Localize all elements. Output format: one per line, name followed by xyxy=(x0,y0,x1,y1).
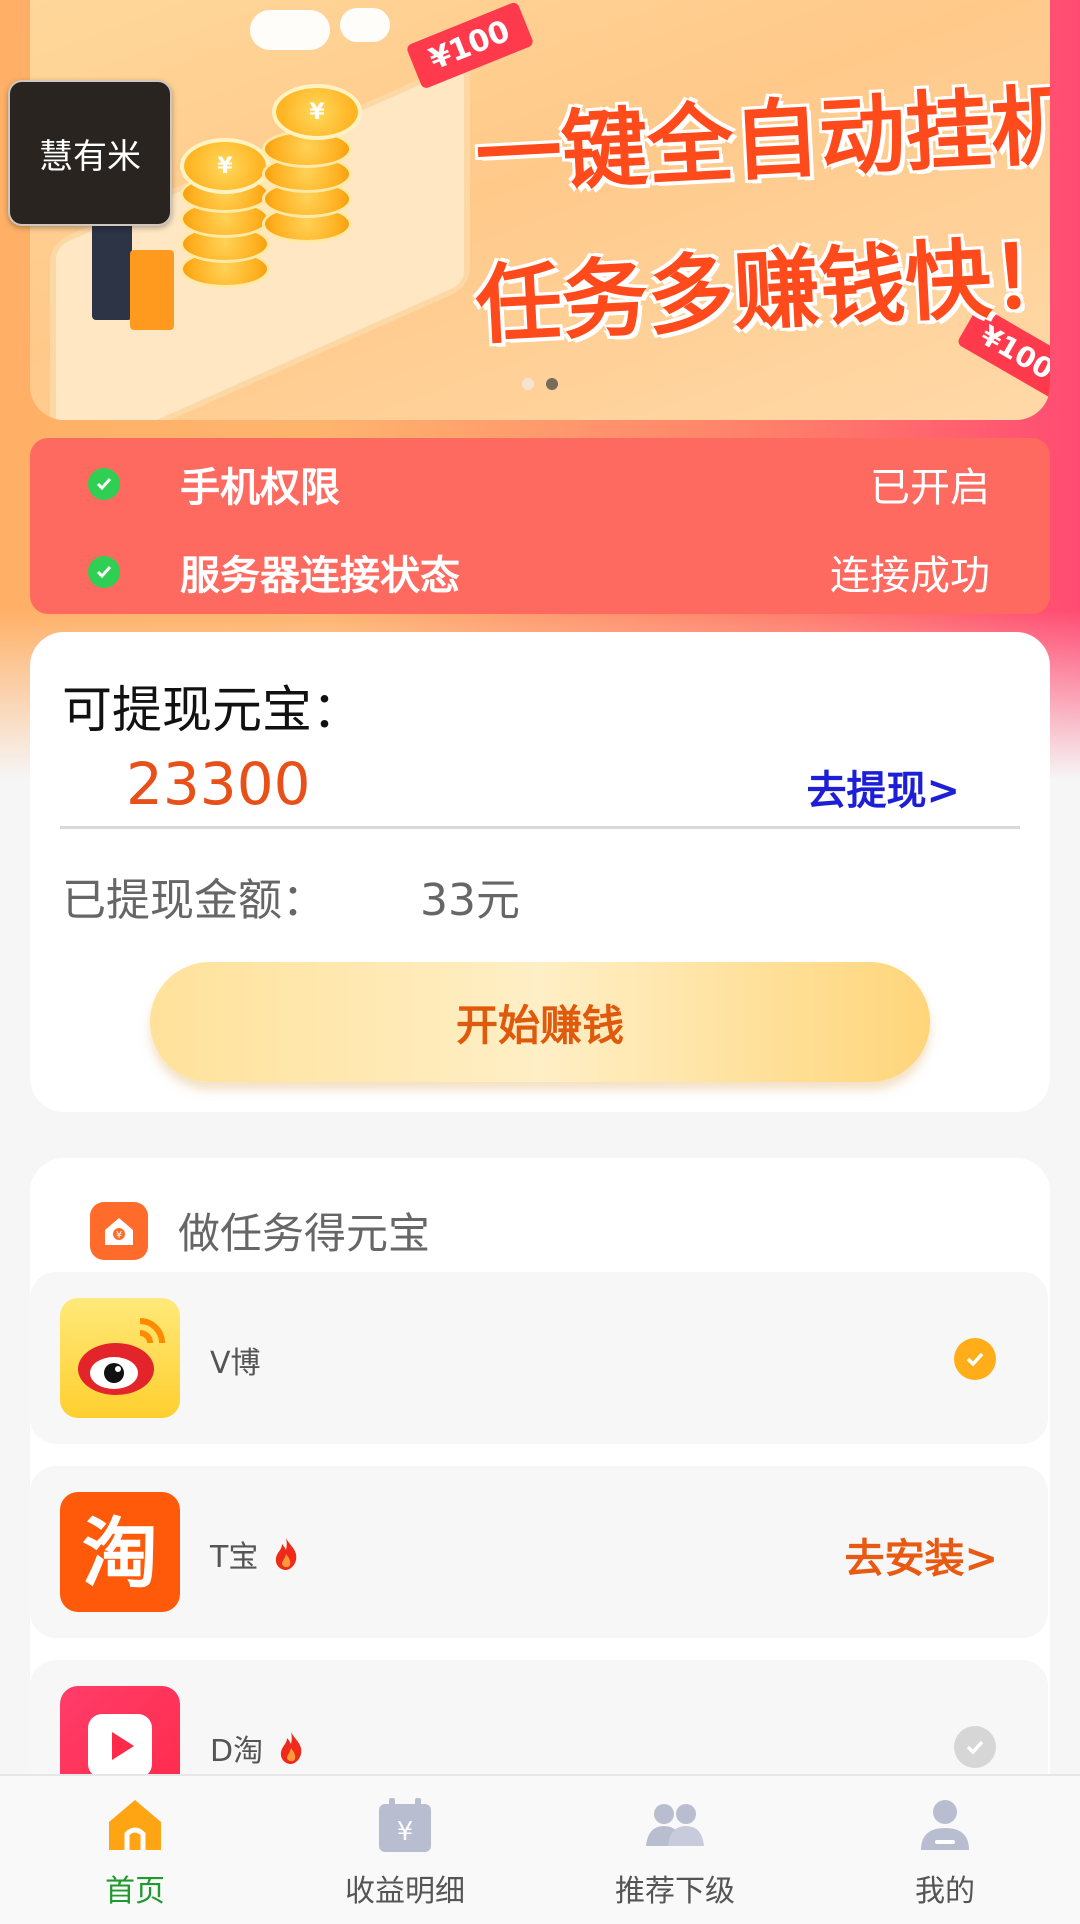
taobao-app-icon: 淘 xyxy=(60,1492,180,1612)
divider xyxy=(60,826,1020,829)
check-circle-icon xyxy=(88,556,120,588)
svg-text:¥: ¥ xyxy=(397,1817,414,1847)
status-row-permission: 手机权限 已开启 xyxy=(30,454,1050,514)
status-card: 手机权限 已开启 服务器连接状态 连接成功 xyxy=(30,438,1050,614)
coin-icon: ¥ xyxy=(180,138,270,194)
status-row-server: 服务器连接状态 连接成功 xyxy=(30,542,1050,602)
status-value: 已开启 xyxy=(870,465,990,511)
calendar-yen-icon: ¥ xyxy=(379,1798,431,1852)
tasks-header: ¥ 做任务得元宝 xyxy=(90,1200,430,1261)
user-icon xyxy=(921,1800,969,1850)
status-label: 手机权限 xyxy=(180,465,340,511)
podium-illustration xyxy=(130,250,174,330)
status-label: 服务器连接状态 xyxy=(180,553,460,599)
status-value: 连接成功 xyxy=(830,553,990,599)
nav-item-earnings[interactable]: ¥ 收益明细 xyxy=(270,1776,540,1924)
withdraw-link[interactable]: 去提现> xyxy=(806,758,960,816)
check-circle-icon xyxy=(954,1726,996,1768)
users-icon xyxy=(646,1804,704,1846)
withdrawn-value: 33元 xyxy=(420,875,520,926)
pagination-dot[interactable] xyxy=(522,378,534,390)
fire-icon xyxy=(276,1538,297,1570)
check-circle-icon xyxy=(88,468,120,500)
svg-text:¥: ¥ xyxy=(116,1230,122,1241)
task-item-weibo[interactable]: V博 xyxy=(30,1272,1048,1444)
nav-label: 推荐下级 xyxy=(615,1874,735,1909)
fire-icon xyxy=(280,1732,302,1764)
home-icon xyxy=(109,1800,161,1850)
nav-item-referrals[interactable]: 推荐下级 xyxy=(540,1776,810,1924)
nav-item-home[interactable]: 首页 xyxy=(0,1776,270,1924)
app-name-overlay: 慧有米 xyxy=(8,80,172,226)
task-name: T宝 xyxy=(210,1532,300,1576)
cloud-icon xyxy=(340,8,390,42)
start-earning-button[interactable]: 开始赚钱 xyxy=(150,962,930,1082)
dtao-app-icon xyxy=(60,1686,180,1774)
nav-item-profile[interactable]: 我的 xyxy=(810,1776,1080,1924)
pagination-dot-active[interactable] xyxy=(546,378,558,390)
svg-text:淘: 淘 xyxy=(82,1509,158,1598)
cloud-icon xyxy=(250,10,330,50)
bottom-navigation: 首页 ¥ 收益明细 推荐下级 我的 xyxy=(0,1774,1080,1924)
house-coin-icon: ¥ xyxy=(90,1201,148,1260)
promo-banner[interactable]: ¥ ¥ ¥100 ¥100 一键全自动挂机 任务多赚钱快！ xyxy=(30,0,1050,420)
check-circle-icon xyxy=(954,1338,996,1380)
withdrawn-label: 已提现金额： xyxy=(62,875,326,926)
balance-title: 可提现元宝： xyxy=(62,681,362,739)
weibo-app-icon xyxy=(60,1298,180,1418)
banner-slogan-line1: 一键全自动挂机 xyxy=(473,75,1050,207)
balance-card: 可提现元宝： 23300 去提现> 已提现金额： 33元 开始赚钱 xyxy=(30,632,1050,1112)
coin-icon: ¥ xyxy=(272,84,362,140)
banner-pagination xyxy=(30,378,1050,390)
tasks-title: 做任务得元宝 xyxy=(178,1209,431,1258)
nav-label: 首页 xyxy=(105,1874,165,1909)
nav-label: 收益明细 xyxy=(345,1874,465,1909)
task-name: V博 xyxy=(210,1346,261,1381)
task-item-taobao[interactable]: 淘 T宝 去安装> xyxy=(30,1466,1048,1638)
task-item-dtao[interactable]: D淘 xyxy=(30,1660,1048,1774)
task-name: D淘 xyxy=(210,1726,305,1770)
nav-label: 我的 xyxy=(915,1874,975,1909)
install-button[interactable]: 去安装> xyxy=(844,1526,998,1584)
balance-amount: 23300 xyxy=(126,750,311,818)
